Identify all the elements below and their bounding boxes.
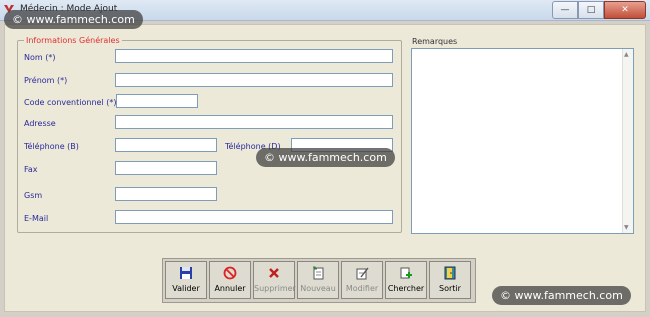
modifier-label: Modifier [345,284,379,293]
watermark: © www.fammech.com [256,148,395,167]
fax-label: Fax [24,165,38,174]
gsm-field[interactable] [115,187,217,201]
edit-document-icon [354,266,370,280]
sortir-label: Sortir [439,284,461,293]
maximize-button[interactable]: □ [578,1,604,19]
remarks-scrollbar[interactable]: ▲ ▼ [622,49,633,233]
exit-door-icon [442,266,458,280]
valider-button[interactable]: Valider [165,261,207,299]
nouveau-button[interactable]: Nouveau [297,261,339,299]
email-field[interactable] [115,210,393,224]
search-add-icon [398,266,414,280]
tel-b-label: Téléphone (B) [24,142,79,151]
close-button[interactable]: ✕ [604,1,646,19]
modifier-button[interactable]: Modifier [341,261,383,299]
adresse-field[interactable] [115,115,393,129]
tel-b-field[interactable] [115,138,217,152]
valider-label: Valider [172,284,200,293]
minimize-button[interactable]: — [552,1,578,19]
cancel-circle-icon [222,266,238,280]
email-label: E-Mail [24,214,49,223]
annuler-button[interactable]: Annuler [209,261,251,299]
annuler-label: Annuler [214,284,246,293]
group-title: Informations Générales [24,36,122,45]
supprimer-label: Supprimer [254,284,296,293]
supprimer-button[interactable]: Supprimer [253,261,296,299]
prenom-field[interactable] [115,73,393,87]
general-info-group [17,40,402,233]
delete-x-icon [266,266,282,280]
new-document-icon [310,266,326,280]
remarks-label: Remarques [412,37,458,46]
watermark: © www.fammech.com [492,286,631,305]
watermark: © www.fammech.com [4,10,143,29]
nom-field[interactable] [115,49,393,63]
gsm-label: Gsm [24,191,43,200]
prenom-label: Prénom (*) [24,76,68,85]
fax-field[interactable] [115,161,217,175]
scroll-down-icon[interactable]: ▼ [624,224,629,231]
scroll-up-icon[interactable]: ▲ [624,51,629,58]
save-disk-icon [178,266,194,280]
sortir-button[interactable]: Sortir [429,261,471,299]
chercher-label: Chercher [387,284,425,293]
chercher-button[interactable]: Chercher [385,261,427,299]
code-label: Code conventionnel (*) [24,98,117,107]
remarks-textarea[interactable]: ▲ ▼ [411,48,634,234]
action-toolbar: Valider Annuler Supprimer Nouveau Modifi… [162,258,476,303]
adresse-label: Adresse [24,119,56,128]
code-field[interactable] [116,94,198,108]
nouveau-label: Nouveau [300,284,336,293]
nom-label: Nom (*) [24,53,56,62]
